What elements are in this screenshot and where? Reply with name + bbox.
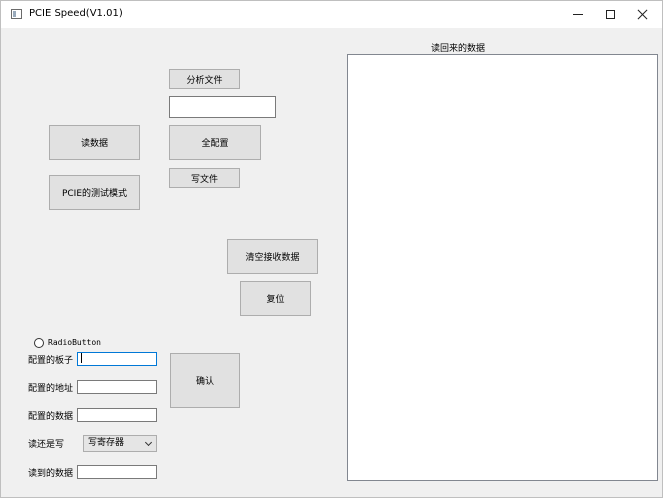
file-path-input[interactable]	[169, 96, 276, 118]
read-data-label: 读到的数据	[28, 469, 74, 479]
analyze-file-button[interactable]: 分析文件	[169, 69, 240, 89]
data-input[interactable]	[77, 408, 157, 422]
text-caret	[81, 353, 82, 363]
clear-receive-data-button[interactable]: 清空接收数据	[227, 239, 318, 274]
write-file-button[interactable]: 写文件	[169, 168, 240, 188]
radio-button[interactable]	[34, 338, 44, 348]
title-bar: PCIE Speed(V1.01)	[1, 1, 662, 28]
readback-panel-title: 读回来的数据	[431, 44, 486, 54]
close-icon	[637, 9, 648, 20]
read-or-write-label: 读还是写	[28, 440, 65, 450]
reset-button[interactable]: 复位	[240, 281, 311, 316]
minimize-button[interactable]	[562, 1, 594, 28]
maximize-button[interactable]	[594, 1, 626, 28]
board-input[interactable]	[77, 352, 157, 366]
radio-button-label[interactable]: RadioButton	[48, 338, 101, 347]
address-input[interactable]	[77, 380, 157, 394]
window-title: PCIE Speed(V1.01)	[29, 8, 123, 19]
read-data-output[interactable]	[77, 465, 157, 479]
pcie-test-mode-button[interactable]: PCIE的测试模式	[49, 175, 140, 210]
close-button[interactable]	[626, 1, 658, 28]
read-or-write-select[interactable]: 写寄存器	[83, 435, 157, 452]
data-label: 配置的数据	[28, 412, 74, 422]
board-label: 配置的板子	[28, 356, 74, 366]
app-icon	[11, 9, 22, 19]
maximize-icon	[605, 10, 615, 19]
chevron-down-icon	[144, 438, 153, 447]
app-window: PCIE Speed(V1.01) 分析文件 读数据 全配置 写文件 PCIE的…	[0, 0, 663, 498]
address-label: 配置的地址	[28, 384, 74, 394]
read-or-write-selected: 写寄存器	[88, 438, 125, 448]
minimize-icon	[573, 14, 583, 15]
read-data-button[interactable]: 读数据	[49, 125, 140, 160]
configure-all-button[interactable]: 全配置	[169, 125, 261, 160]
readback-data-textarea[interactable]	[347, 54, 658, 481]
confirm-button[interactable]: 确认	[170, 353, 240, 408]
